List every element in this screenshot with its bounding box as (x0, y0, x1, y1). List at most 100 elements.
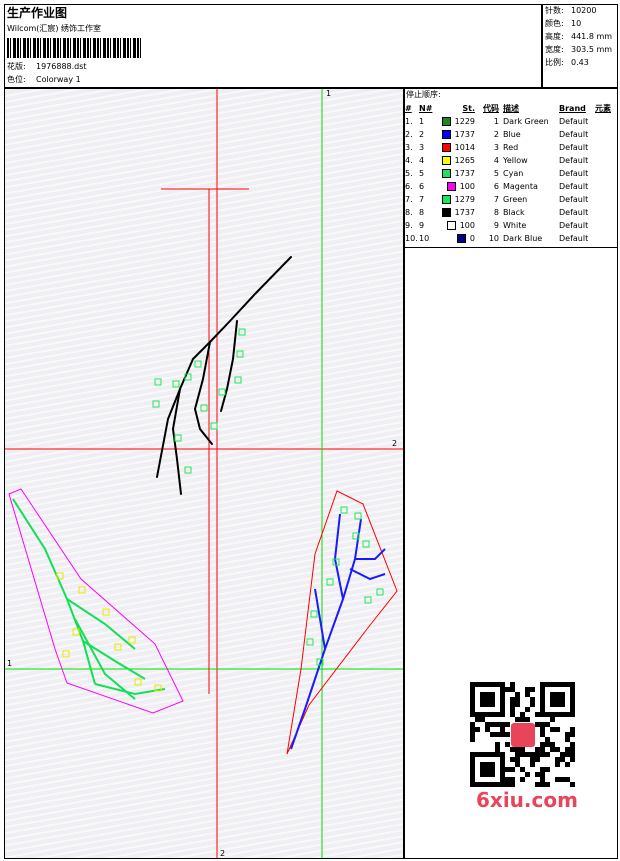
row-code: 3 (493, 143, 499, 152)
qr-cell (475, 727, 480, 732)
row-stitches: 1229 (437, 115, 477, 128)
row-description: Green (503, 195, 528, 204)
row-element (595, 193, 611, 206)
row-number: 10 (419, 234, 430, 243)
row-number: 9 (419, 221, 425, 230)
qr-cell (505, 722, 510, 727)
row-code: 5 (493, 169, 499, 178)
stitch-count: 1737 (454, 169, 475, 178)
row-code: 1 (493, 117, 499, 126)
row-brand: Default (559, 117, 589, 126)
color-swatch (446, 182, 456, 191)
color-swatch (441, 156, 451, 165)
qr-cell (555, 762, 560, 767)
row-stitches: 1737 (437, 206, 477, 219)
color-swatch (441, 117, 451, 126)
ratio-label: 比例: (545, 58, 564, 67)
row-description: White (503, 221, 527, 230)
color-table-header: # N# St. 代码 描述 Brand 元素 (405, 102, 611, 115)
qr-cell (520, 777, 525, 782)
color-row: 4. 4 1265 4 Yellow Default (405, 154, 611, 167)
col-st: St. (462, 104, 475, 113)
stitch-count: 1279 (454, 195, 475, 204)
color-swatch (441, 143, 451, 152)
qr-cell (500, 712, 505, 717)
row-code: 2 (493, 130, 499, 139)
design-label: 花版: (7, 62, 26, 71)
row-index: 7. (405, 195, 413, 204)
row-number: 5 (419, 169, 425, 178)
qr-cell (470, 737, 475, 742)
row-element (595, 180, 611, 193)
qr-cell (560, 702, 565, 707)
guide-label-top-green: 1 (326, 89, 332, 98)
qr-cell (545, 782, 550, 787)
blue-branch-leaves (306, 506, 384, 666)
design-canvas[interactable]: 1 2 1 2 (4, 88, 404, 859)
row-code: 8 (493, 208, 499, 217)
stitch-count: 100 (459, 221, 475, 230)
guide-label-right-red: 2 (392, 439, 398, 448)
black-branch-leaves (152, 328, 246, 474)
design-value: 1976888.dst (36, 62, 87, 71)
row-brand: Default (559, 156, 589, 165)
color-swatch (441, 130, 451, 139)
height-value: 441.8 mm (571, 32, 613, 41)
color-row: 10. 10 0 10 Dark Blue Default (405, 232, 611, 245)
color-swatch (441, 208, 451, 217)
qr-cell (570, 712, 575, 717)
row-index: 10. (405, 234, 418, 243)
color-row: 8. 8 1737 8 Black Default (405, 206, 611, 219)
qr-cell (545, 752, 550, 757)
row-brand: Default (559, 182, 589, 191)
row-description: Red (503, 143, 519, 152)
qr-cell (510, 782, 515, 787)
qr-cell (530, 702, 535, 707)
qr-code (470, 682, 576, 788)
table-divider (405, 247, 617, 248)
qr-cell (505, 732, 510, 737)
page-title: 生产作业图 (7, 6, 68, 20)
qr-cell (570, 782, 575, 787)
colorway-value: Colorway 1 (36, 75, 81, 84)
row-element (595, 219, 611, 232)
row-description: Blue (503, 130, 521, 139)
color-swatch (441, 195, 451, 204)
row-code: 10 (488, 234, 499, 243)
guide-label-bottom-red: 2 (220, 849, 226, 858)
row-stitches: 1737 (437, 128, 477, 141)
row-number: 4 (419, 156, 425, 165)
row-stitches: 1279 (437, 193, 477, 206)
color-swatch (441, 169, 451, 178)
color-table: # N# St. 代码 描述 Brand 元素 1. 1 1229 1 Dark Gre… (405, 102, 611, 245)
row-code: 7 (493, 195, 499, 204)
row-index: 1. (405, 117, 413, 126)
stitches-label: 针数: (545, 6, 564, 15)
embroidery-preview (5, 89, 403, 858)
col-desc: 描述 (503, 104, 519, 113)
row-stitches: 1737 (437, 167, 477, 180)
qr-cell (490, 772, 495, 777)
row-description: Black (503, 208, 525, 217)
col-element: 元素 (595, 104, 611, 113)
colorway-label: 色位: (7, 75, 26, 84)
row-element (595, 115, 611, 128)
row-index: 9. (405, 221, 413, 230)
row-description: Cyan (503, 169, 524, 178)
color-row: 3. 3 1014 3 Red Default (405, 141, 611, 154)
row-description: Dark Green (503, 117, 549, 126)
row-number: 1 (419, 117, 425, 126)
color-row: 1. 1 1229 1 Dark Green Default (405, 115, 611, 128)
stop-sequence-title: 停止顺序: (406, 90, 441, 99)
qr-cell (535, 757, 540, 762)
row-brand: Default (559, 130, 589, 139)
col-brand: Brand (559, 104, 586, 113)
row-stitches: 100 (437, 219, 477, 232)
row-stitches: 0 (437, 232, 477, 245)
watermark-logo: 6xiu.com (476, 788, 578, 812)
colors-value: 10 (571, 19, 582, 28)
row-number: 6 (419, 182, 425, 191)
qr-cell (515, 702, 520, 707)
row-element (595, 154, 611, 167)
height-label: 高度: (545, 32, 564, 41)
